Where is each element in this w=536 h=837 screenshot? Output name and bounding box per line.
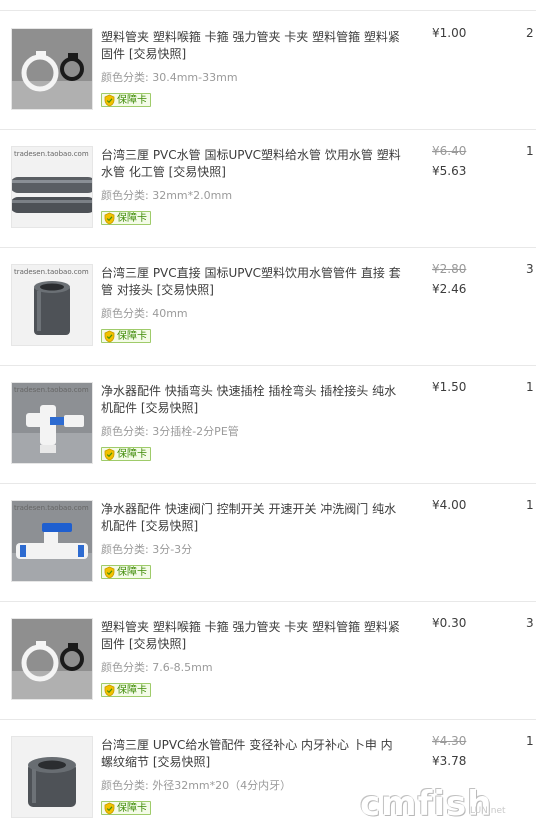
hose-clamp-image — [12, 619, 92, 699]
guarantee-label: 保障卡 — [117, 331, 147, 342]
guarantee-card-badge[interactable]: 保障卡 — [101, 565, 151, 579]
quantity: 3 — [526, 262, 534, 276]
sku-label: 颜色分类: — [101, 661, 149, 674]
product-thumbnail[interactable]: tradesen.taobao.com — [11, 382, 93, 464]
pvc-coupling-image: tradesen.taobao.com — [12, 265, 92, 345]
product-title-link[interactable]: 台湾三厘 UPVC给水管配件 变径补心 内牙补心 卜申 内螺纹缩节 [交易快照] — [101, 737, 403, 771]
site-watermark-sub: LUN.net — [470, 806, 506, 816]
product-title-link[interactable]: 台湾三厘 PVC直接 国标UPVC塑料饮用水管管件 直接 套管 对接头 [交易快… — [101, 265, 403, 299]
guarantee-label: 保障卡 — [117, 213, 147, 224]
reducer-bushing-image — [12, 737, 92, 817]
svg-text:tradesen.taobao.com: tradesen.taobao.com — [14, 504, 89, 512]
quantity: 1 — [526, 498, 534, 512]
original-price: ¥6.40 — [432, 144, 467, 158]
guarantee-icon — [104, 802, 115, 815]
order-item-row: tradesen.taobao.com 净水器配件 快插弯头 快速插栓 插栓弯头… — [0, 365, 536, 484]
product-thumbnail[interactable] — [11, 736, 93, 818]
sku-value: 30.4mm-33mm — [152, 71, 238, 84]
unit-price: ¥3.78 — [432, 754, 467, 768]
sku-info: 颜色分类: 外径32mm*20（4分内牙） — [101, 777, 291, 793]
guarantee-icon — [104, 566, 115, 579]
product-thumbnail[interactable] — [11, 618, 93, 700]
product-thumbnail[interactable]: tradesen.taobao.com — [11, 500, 93, 582]
guarantee-card-badge[interactable]: 保障卡 — [101, 801, 151, 815]
unit-price: ¥0.30 — [432, 616, 467, 630]
svg-text:tradesen.taobao.com: tradesen.taobao.com — [14, 268, 89, 276]
product-title-link[interactable]: 净水器配件 快插弯头 快速插栓 插栓弯头 插栓接头 纯水机配件 [交易快照] — [101, 383, 403, 417]
guarantee-icon — [104, 448, 115, 461]
guarantee-icon — [104, 330, 115, 343]
guarantee-card-badge[interactable]: 保障卡 — [101, 329, 151, 343]
sku-info: 颜色分类: 7.6-8.5mm — [101, 659, 213, 675]
guarantee-label: 保障卡 — [117, 449, 147, 460]
sku-info: 颜色分类: 40mm — [101, 305, 188, 321]
guarantee-label: 保障卡 — [117, 685, 147, 696]
sku-label: 颜色分类: — [101, 307, 149, 320]
quantity: 1 — [526, 734, 534, 748]
product-title-link[interactable]: 台湾三厘 PVC水管 国标UPVC塑料给水管 饮用水管 塑料水管 化工管 [交易… — [101, 147, 403, 181]
guarantee-icon — [104, 684, 115, 697]
original-price: ¥4.30 — [432, 734, 467, 748]
guarantee-card-badge[interactable]: 保障卡 — [101, 447, 151, 461]
order-item-row: 塑料管夹 塑料喉箍 卡箍 强力管夹 卡夹 塑料管箍 塑料紧固件 [交易快照] 颜… — [0, 601, 536, 720]
sku-value: 7.6-8.5mm — [152, 661, 213, 674]
original-price: ¥2.80 — [432, 262, 467, 276]
quantity: 3 — [526, 616, 534, 630]
order-item-row: 塑料管夹 塑料喉箍 卡箍 强力管夹 卡夹 塑料管箍 塑料紧固件 [交易快照] 颜… — [0, 11, 536, 130]
sku-label: 颜色分类: — [101, 779, 149, 792]
unit-price: ¥1.50 — [432, 380, 467, 394]
sku-value: 40mm — [152, 307, 188, 320]
guarantee-icon — [104, 212, 115, 225]
order-item-row: tradesen.taobao.com 台湾三厘 PVC直接 国标UPVC塑料饮… — [0, 247, 536, 366]
sku-label: 颜色分类: — [101, 71, 149, 84]
sku-value: 32mm*2.0mm — [152, 189, 233, 202]
unit-price: ¥5.63 — [432, 164, 467, 178]
pvc-pipe-image: tradesen.taobao.com — [12, 147, 92, 227]
sku-label: 颜色分类: — [101, 543, 149, 556]
product-thumbnail[interactable] — [11, 28, 93, 110]
sku-info: 颜色分类: 30.4mm-33mm — [101, 69, 238, 85]
hose-clamp-image — [12, 29, 92, 109]
svg-text:tradesen.taobao.com: tradesen.taobao.com — [14, 386, 89, 394]
guarantee-icon — [104, 94, 115, 107]
product-title-link[interactable]: 净水器配件 快速阀门 控制开关 开速开关 冲洗阀门 纯水机配件 [交易快照] — [101, 501, 403, 535]
sku-value: 外径32mm*20（4分内牙） — [152, 779, 292, 792]
guarantee-label: 保障卡 — [117, 95, 147, 106]
quick-elbow-image: tradesen.taobao.com — [12, 383, 92, 463]
order-item-row: tradesen.taobao.com 台湾三厘 PVC水管 国标UPVC塑料给… — [0, 129, 536, 248]
guarantee-label: 保障卡 — [117, 803, 147, 814]
svg-text:tradesen.taobao.com: tradesen.taobao.com — [14, 150, 89, 158]
product-title-link[interactable]: 塑料管夹 塑料喉箍 卡箍 强力管夹 卡夹 塑料管箍 塑料紧固件 [交易快照] — [101, 29, 403, 63]
unit-price: ¥1.00 — [432, 26, 467, 40]
quick-valve-image: tradesen.taobao.com — [12, 501, 92, 581]
unit-price: ¥2.46 — [432, 282, 467, 296]
site-watermark: cmfish — [360, 784, 493, 824]
sku-value: 3分插栓-2分PE管 — [152, 425, 239, 438]
sku-value: 3分-3分 — [152, 543, 193, 556]
sku-label: 颜色分类: — [101, 425, 149, 438]
product-thumbnail[interactable]: tradesen.taobao.com — [11, 264, 93, 346]
sku-info: 颜色分类: 3分插栓-2分PE管 — [101, 423, 239, 439]
unit-price: ¥4.00 — [432, 498, 467, 512]
guarantee-card-badge[interactable]: 保障卡 — [101, 683, 151, 697]
guarantee-card-badge[interactable]: 保障卡 — [101, 211, 151, 225]
sku-label: 颜色分类: — [101, 189, 149, 202]
guarantee-label: 保障卡 — [117, 567, 147, 578]
quantity: 2 — [526, 26, 534, 40]
product-title-link[interactable]: 塑料管夹 塑料喉箍 卡箍 强力管夹 卡夹 塑料管箍 塑料紧固件 [交易快照] — [101, 619, 403, 653]
sku-info: 颜色分类: 3分-3分 — [101, 541, 192, 557]
product-thumbnail[interactable]: tradesen.taobao.com — [11, 146, 93, 228]
order-item-row: tradesen.taobao.com 净水器配件 快速阀门 控制开关 开速开关… — [0, 483, 536, 602]
quantity: 1 — [526, 144, 534, 158]
guarantee-card-badge[interactable]: 保障卡 — [101, 93, 151, 107]
sku-info: 颜色分类: 32mm*2.0mm — [101, 187, 232, 203]
quantity: 1 — [526, 380, 534, 394]
